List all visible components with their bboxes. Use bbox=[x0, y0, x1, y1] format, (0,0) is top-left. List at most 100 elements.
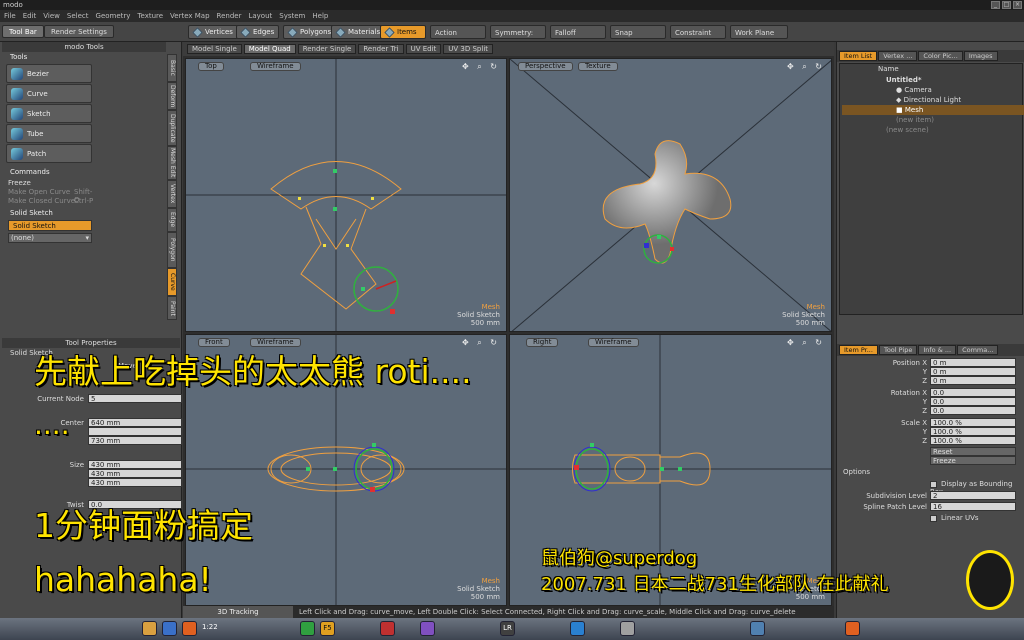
viewport-perspective[interactable]: Perspective Texture ✥ ⌕ ↻ Mesh Solid Sket… bbox=[509, 58, 832, 332]
constraint-dropdown[interactable]: Constraint bbox=[670, 25, 726, 39]
tool-sketch-button[interactable]: Sketch bbox=[6, 104, 92, 123]
menu-file[interactable]: File bbox=[4, 12, 16, 20]
position-y-field[interactable]: 0 m bbox=[930, 367, 1016, 376]
close-button[interactable]: × bbox=[1013, 1, 1022, 9]
linear-uvs-checkbox[interactable]: Linear UVs bbox=[930, 514, 979, 522]
tree-item-mesh[interactable]: ■ Mesh bbox=[842, 105, 1024, 115]
tab-item-list[interactable]: Item List bbox=[839, 51, 878, 61]
menu-help[interactable]: Help bbox=[312, 12, 328, 20]
tree-item-camera[interactable]: ● Camera bbox=[842, 85, 1024, 95]
tab-model-quad[interactable]: Model Quad bbox=[243, 44, 296, 54]
scale-y-field[interactable]: 100.0 % bbox=[930, 427, 1016, 436]
vtab-deform[interactable]: Deform bbox=[167, 82, 177, 110]
tab-render-settings[interactable]: Render Settings bbox=[44, 25, 114, 38]
command-freeze[interactable]: Freeze bbox=[8, 179, 31, 187]
solid-sketch-select[interactable]: (none) ▾ bbox=[8, 233, 92, 243]
menu-vertex-map[interactable]: Vertex Map bbox=[170, 12, 210, 20]
command-make-open-curve[interactable]: Make Open Curve Shift-O bbox=[8, 188, 94, 204]
3d-tracking-button[interactable]: 3D Tracking bbox=[183, 606, 293, 618]
viewport-nav-icons[interactable]: ✥ ⌕ ↻ bbox=[787, 338, 825, 348]
viewport-perspective-shade-button[interactable]: Texture bbox=[578, 62, 618, 71]
tree-new-item[interactable]: (new item) bbox=[842, 115, 1024, 125]
tab-tool-bar[interactable]: Tool Bar bbox=[2, 25, 44, 38]
app-blue-icon[interactable] bbox=[570, 621, 585, 636]
falloff-dropdown[interactable]: Falloff bbox=[550, 25, 606, 39]
menu-system[interactable]: System bbox=[279, 12, 305, 20]
lr-app-icon[interactable]: LR bbox=[500, 621, 515, 636]
viewport-top[interactable]: Top Wireframe ✥ ⌕ ↻ Mesh Solid Sketch 500 … bbox=[185, 58, 507, 332]
solid-sketch-button[interactable]: Solid Sketch bbox=[8, 220, 92, 231]
tab-vertex[interactable]: Vertex ... bbox=[878, 51, 918, 61]
maximize-button[interactable]: □ bbox=[1002, 1, 1011, 9]
tab-tool-pipe[interactable]: Tool Pipe bbox=[878, 345, 918, 355]
tab-info[interactable]: Info & ... bbox=[918, 345, 957, 355]
viewport-right-shade-button[interactable]: Wireframe bbox=[588, 338, 639, 347]
menu-geometry[interactable]: Geometry bbox=[96, 12, 131, 20]
tab-uv-edit[interactable]: UV Edit bbox=[405, 44, 442, 54]
viewport-right-view-button[interactable]: Right bbox=[526, 338, 559, 347]
tab-item-properties[interactable]: Item Pr... bbox=[839, 345, 878, 355]
monitor-icon[interactable] bbox=[750, 621, 765, 636]
menu-select[interactable]: Select bbox=[67, 12, 89, 20]
current-node-field[interactable]: 5 bbox=[88, 394, 182, 403]
viewport-nav-icons[interactable]: ✥ ⌕ ↻ bbox=[787, 62, 825, 72]
rotation-x-field[interactable]: 0.0 bbox=[930, 388, 1016, 397]
tree-item-scene[interactable]: Untitled* bbox=[842, 75, 1024, 85]
freeze-button[interactable]: Freeze bbox=[930, 456, 1016, 465]
menu-render[interactable]: Render bbox=[217, 12, 242, 20]
subdivision-field[interactable]: 2 bbox=[930, 491, 1016, 500]
position-z-field[interactable]: 0 m bbox=[930, 376, 1016, 385]
viewport-front-shade-button[interactable]: Wireframe bbox=[250, 338, 301, 347]
menu-view[interactable]: View bbox=[43, 12, 60, 20]
menu-edit[interactable]: Edit bbox=[23, 12, 37, 20]
tab-render-tri[interactable]: Render Tri bbox=[358, 44, 404, 54]
app-red-icon[interactable] bbox=[380, 621, 395, 636]
media-player-icon[interactable] bbox=[162, 621, 177, 636]
menu-texture[interactable]: Texture bbox=[137, 12, 163, 20]
mode-items-button[interactable]: Items bbox=[380, 25, 426, 39]
scale-x-field[interactable]: 100.0 % bbox=[930, 418, 1016, 427]
vtab-duplicate[interactable]: Duplicate bbox=[167, 110, 177, 146]
reset-button[interactable]: Reset bbox=[930, 447, 1016, 456]
rotation-y-field[interactable]: 0.0 bbox=[930, 397, 1016, 406]
vtab-polygon[interactable]: Polygon bbox=[167, 232, 177, 268]
size-y-field[interactable]: 430 mm bbox=[88, 469, 182, 478]
viewport-front-view-button[interactable]: Front bbox=[198, 338, 230, 347]
tree-item-light[interactable]: ◆ Directional Light bbox=[842, 95, 1024, 105]
vtab-edge[interactable]: Edge bbox=[167, 208, 177, 232]
mode-materials-button[interactable]: Materials bbox=[331, 25, 386, 39]
tab-images[interactable]: Images bbox=[963, 51, 998, 61]
vtab-curve[interactable]: Curve bbox=[167, 268, 177, 296]
work-plane-dropdown[interactable]: Work Plane bbox=[730, 25, 788, 39]
scale-z-field[interactable]: 100.0 % bbox=[930, 436, 1016, 445]
tool-tube-button[interactable]: Tube bbox=[6, 124, 92, 143]
vtab-paint[interactable]: Paint bbox=[167, 296, 177, 320]
command-make-closed-curve[interactable]: Make Closed Curve Ctrl-P bbox=[8, 197, 94, 205]
vtab-vertex[interactable]: Vertex bbox=[167, 180, 177, 208]
tool-bezier-button[interactable]: Bezier bbox=[6, 64, 92, 83]
f5-app-icon[interactable]: F5 bbox=[320, 621, 335, 636]
position-x-field[interactable]: 0 m bbox=[930, 358, 1016, 367]
tab-render-single[interactable]: Render Single bbox=[297, 44, 357, 54]
app-purple-icon[interactable] bbox=[420, 621, 435, 636]
firefox-icon[interactable] bbox=[182, 621, 197, 636]
folder-icon[interactable] bbox=[142, 621, 157, 636]
app-green-icon[interactable] bbox=[300, 621, 315, 636]
tool-curve-button[interactable]: Curve bbox=[6, 84, 92, 103]
action-center-dropdown[interactable]: Action Center bbox=[430, 25, 486, 51]
snap-dropdown[interactable]: Snap bbox=[610, 25, 666, 39]
viewport-top-view-button[interactable]: Top bbox=[198, 62, 224, 71]
viewport-nav-icons[interactable]: ✥ ⌕ ↻ bbox=[462, 62, 500, 72]
tab-model-single[interactable]: Model Single bbox=[187, 44, 242, 54]
size-z-field[interactable]: 430 mm bbox=[88, 478, 182, 487]
tab-commands[interactable]: Comma... bbox=[957, 345, 999, 355]
viewport-nav-icons[interactable]: ✥ ⌕ ↻ bbox=[462, 338, 500, 348]
vtab-basic[interactable]: Basic bbox=[167, 54, 177, 82]
menu-layout[interactable]: Layout bbox=[248, 12, 272, 20]
app-gray-icon[interactable] bbox=[620, 621, 635, 636]
mode-edges-button[interactable]: Edges bbox=[236, 25, 280, 39]
spline-patch-field[interactable]: 16 bbox=[930, 502, 1016, 511]
tree-new-scene[interactable]: (new scene) bbox=[842, 125, 1024, 135]
tab-uv-3d-split[interactable]: UV 3D Split bbox=[443, 44, 494, 54]
mode-polygons-button[interactable]: Polygons bbox=[283, 25, 337, 39]
